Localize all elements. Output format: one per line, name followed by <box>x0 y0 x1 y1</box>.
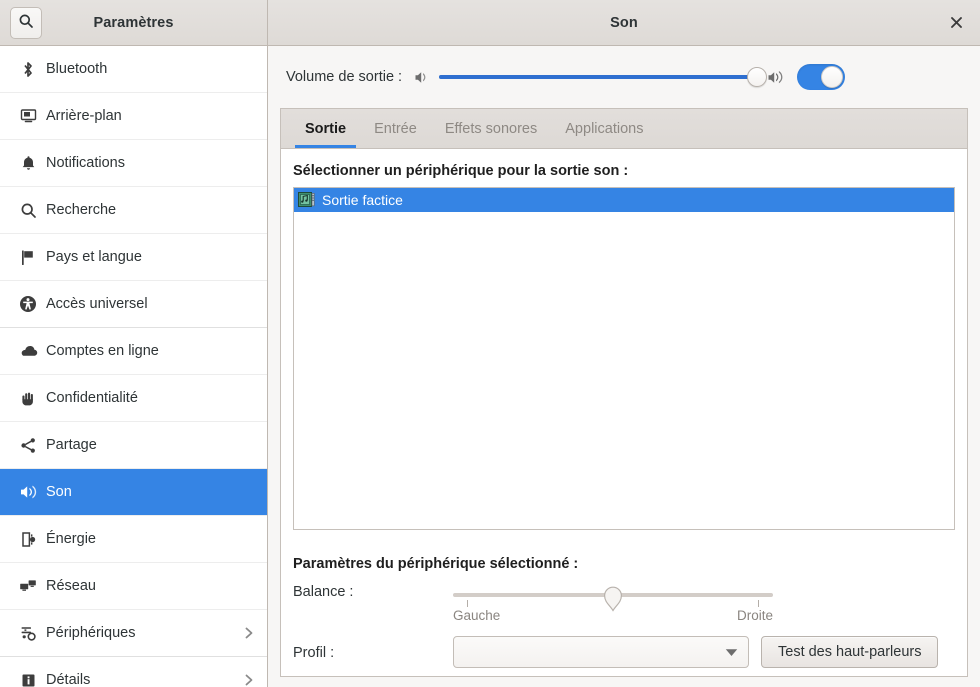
speaker-icon <box>14 484 42 500</box>
sidebar-item-devices[interactable]: Périphériques <box>0 610 267 657</box>
sidebar-item-label: Comptes en ligne <box>46 343 159 359</box>
sidebar-item-label: Bluetooth <box>46 61 108 77</box>
tab-bar: Sortie Entrée Effets sonores Application… <box>281 109 967 149</box>
chevron-right-icon <box>243 626 255 640</box>
accessibility-icon <box>14 295 42 313</box>
device-settings-title: Paramètres du périphérique sélectionné : <box>293 556 579 572</box>
list-item[interactable]: Sortie factice <box>294 188 954 212</box>
bluetooth-icon <box>14 61 42 78</box>
device-list-label: Sélectionner un périphérique pour la sor… <box>293 163 629 179</box>
sound-notebook: Sortie Entrée Effets sonores Application… <box>280 108 968 677</box>
close-icon <box>950 16 963 29</box>
tab-label: Applications <box>565 120 644 137</box>
settings-window: Paramètres Son Bluetooth Arrière-plan No… <box>0 0 980 687</box>
device-settings-section: Paramètres du périphérique sélectionné :… <box>281 542 967 676</box>
sidebar-titlebar: Paramètres <box>0 0 268 46</box>
sidebar-item-label: Son <box>46 484 72 500</box>
sidebar-item-privacy[interactable]: Confidentialité <box>0 375 267 422</box>
balance-right-label: Droite <box>736 608 773 623</box>
tab-label: Effets sonores <box>444 120 538 137</box>
sidebar-item-label: Énergie <box>46 531 96 547</box>
speaker-high-icon <box>767 70 785 85</box>
sidebar-item-label: Partage <box>46 437 97 453</box>
balance-slider[interactable]: Gauche Droite <box>453 582 773 623</box>
info-icon <box>14 673 42 687</box>
slider-fill <box>439 75 758 79</box>
output-mute-toggle[interactable] <box>797 64 846 90</box>
profile-combobox[interactable] <box>453 636 749 668</box>
sidebar-item-label: Arrière-plan <box>46 108 122 124</box>
test-speakers-button[interactable]: Test des haut-parleurs <box>761 636 939 668</box>
balance-left-label: Gauche <box>453 608 501 623</box>
titlebar: Paramètres Son <box>0 0 980 46</box>
tab-label: Entrée <box>374 120 417 137</box>
chevron-down-icon <box>725 644 738 660</box>
slider-handle[interactable] <box>747 67 768 87</box>
balance-end-labels: Gauche Droite <box>453 608 773 623</box>
hand-icon <box>14 390 42 407</box>
tab-label: Sortie <box>305 120 347 137</box>
search-icon <box>18 13 34 32</box>
chevron-right-icon <box>243 673 255 687</box>
balance-row: Balance : Gauche Droite <box>293 582 955 623</box>
search-icon <box>14 202 42 219</box>
bell-icon <box>14 155 42 172</box>
sidebar-item-notifications[interactable]: Notifications <box>0 140 267 187</box>
tab-sortie[interactable]: Sortie <box>291 109 360 148</box>
profile-label: Profil : <box>293 645 335 661</box>
sidebar-item-details[interactable]: Détails <box>0 657 267 687</box>
sidebar-item-bluetooth[interactable]: Bluetooth <box>0 46 267 93</box>
sidebar-item-background[interactable]: Arrière-plan <box>0 93 267 140</box>
sidebar-item-sound[interactable]: Son <box>0 469 267 516</box>
sidebar-item-power[interactable]: Énergie <box>0 516 267 563</box>
audio-card-icon <box>298 191 316 209</box>
sidebar-item-label: Notifications <box>46 155 125 171</box>
output-volume-slider[interactable] <box>439 66 768 88</box>
sidebar: Bluetooth Arrière-plan Notifications Rec… <box>0 46 268 687</box>
tab-effets-sonores[interactable]: Effets sonores <box>431 109 551 148</box>
test-speakers-label: Test des haut-parleurs <box>778 644 922 660</box>
sidebar-item-label: Détails <box>46 672 91 687</box>
cloud-icon <box>14 344 42 358</box>
search-button[interactable] <box>10 6 42 39</box>
sidebar-item-label: Pays et langue <box>46 249 142 265</box>
balance-label: Balance : <box>293 584 354 600</box>
sound-panel: Volume de sortie : Sortie Entrée Effets … <box>268 46 980 687</box>
sidebar-item-region-language[interactable]: Pays et langue <box>0 234 267 281</box>
sidebar-item-sharing[interactable]: Partage <box>0 422 267 469</box>
window-body: Bluetooth Arrière-plan Notifications Rec… <box>0 46 980 687</box>
sidebar-item-label: Accès universel <box>46 296 148 312</box>
tab-applications[interactable]: Applications <box>551 109 657 148</box>
sidebar-item-universal-access[interactable]: Accès universel <box>0 281 267 328</box>
sidebar-item-label: Réseau <box>46 578 96 594</box>
balance-mark-right <box>758 600 759 607</box>
sidebar-item-label: Périphériques <box>46 625 136 641</box>
devices-icon <box>14 625 42 642</box>
sidebar-item-network[interactable]: Réseau <box>0 563 267 610</box>
window-title: Son <box>610 14 638 31</box>
sidebar-item-label: Recherche <box>46 202 117 218</box>
close-button[interactable] <box>942 9 970 37</box>
toggle-knob <box>821 66 844 88</box>
balance-mark-left <box>467 600 468 607</box>
list-item-label: Sortie factice <box>322 192 403 208</box>
share-icon <box>14 437 42 454</box>
tab-page-sortie: Sélectionner un périphérique pour la sor… <box>281 149 967 542</box>
sidebar-item-search[interactable]: Recherche <box>0 187 267 234</box>
output-volume-row: Volume de sortie : <box>268 46 980 108</box>
sidebar-item-label: Confidentialité <box>46 390 138 406</box>
output-volume-label: Volume de sortie : <box>286 69 403 85</box>
speaker-low-icon <box>414 70 431 85</box>
tab-entree[interactable]: Entrée <box>360 109 431 148</box>
wallpaper-icon <box>14 108 42 124</box>
panel-titlebar: Son <box>268 0 980 46</box>
profile-row: Profil : Test des haut-parleurs <box>293 636 955 668</box>
output-device-list[interactable]: Sortie factice <box>293 187 955 530</box>
battery-icon <box>14 531 42 548</box>
sidebar-item-online-accounts[interactable]: Comptes en ligne <box>0 328 267 375</box>
network-icon <box>14 578 42 594</box>
flag-icon <box>14 249 42 266</box>
